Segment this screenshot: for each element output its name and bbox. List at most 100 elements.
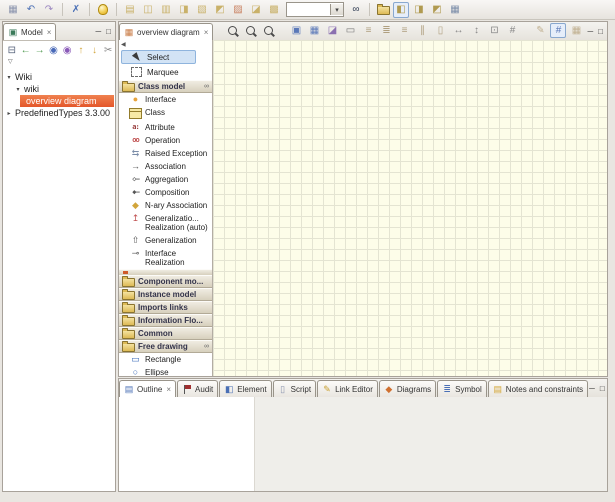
tab-audit[interactable]: Audit xyxy=(177,380,218,397)
move-up-icon[interactable]: ↑ xyxy=(75,44,87,58)
search-binoculars-icon[interactable]: ∞ xyxy=(348,2,364,18)
palette-drawer-instance-model[interactable]: Instance model xyxy=(119,288,212,301)
palette-association-tool[interactable]: →Association xyxy=(119,160,212,173)
palette-select-tool[interactable]: Select xyxy=(121,50,196,64)
palette-generalization-tool[interactable]: ⇧Generalization xyxy=(119,234,212,247)
tab-model-close-icon[interactable]: × xyxy=(47,28,52,37)
tab-symbol[interactable]: ≣Symbol xyxy=(437,380,487,397)
table-view-icon[interactable]: ▦ xyxy=(447,2,463,18)
select-all-icon[interactable]: ▭ xyxy=(342,23,358,38)
tab-notes-and-constraints[interactable]: ▤Notes and constraints xyxy=(488,380,588,397)
same-size-icon[interactable]: ▯ xyxy=(432,23,448,38)
export-image-icon[interactable]: ◪ xyxy=(324,23,340,38)
show-references-icon[interactable]: ◨ xyxy=(411,2,427,18)
new-model-element-icon-4[interactable]: ◨ xyxy=(176,2,192,18)
snap-to-grid-icon[interactable]: # xyxy=(550,23,566,38)
new-model-element-icon-3[interactable]: ▥ xyxy=(158,2,174,18)
pencil-edit-mode-icon[interactable]: ✎ xyxy=(532,23,548,38)
tab-model[interactable]: ▣ Model × xyxy=(3,23,56,40)
tree-twisty-icon[interactable]: ▾ xyxy=(5,74,13,81)
lightbulb-icon[interactable] xyxy=(95,2,111,18)
palette-ellipse-tool[interactable]: ○Ellipse xyxy=(119,366,212,376)
tab-outline[interactable]: ▤Outline× xyxy=(119,380,176,397)
drawer-pin-icon[interactable]: ∞ xyxy=(204,343,209,350)
tab-script[interactable]: ▯Script xyxy=(273,380,316,397)
new-model-element-icon-6[interactable]: ◩ xyxy=(212,2,228,18)
new-model-element-icon-2[interactable]: ◫ xyxy=(140,2,156,18)
tree-item-wiki[interactable]: ▾wiki xyxy=(3,83,115,95)
palette-rectangle-tool[interactable]: ▭Rectangle xyxy=(119,353,212,366)
palette-interface-tool[interactable]: ●Interface xyxy=(119,93,212,106)
align-center-icon[interactable]: ≣ xyxy=(378,23,394,38)
tab-diagrams[interactable]: ◆Diagrams xyxy=(379,380,436,397)
align-left-icon[interactable]: ≡ xyxy=(360,23,376,38)
page-bounds-icon[interactable]: ⊡ xyxy=(486,23,502,38)
palette-drawer-class-model[interactable]: Class model∞ xyxy=(119,80,212,93)
tree-item-predefinedtypes-3-3-00[interactable]: ▸PredefinedTypes 3.3.00 xyxy=(3,107,115,119)
new-model-element-icon-8[interactable]: ◪ xyxy=(248,2,264,18)
tab-link-editor[interactable]: ✎Link Editor xyxy=(317,380,378,397)
zoom-original-icon[interactable] xyxy=(224,23,240,38)
distribute-horizontal-icon[interactable]: ∥ xyxy=(414,23,430,38)
new-model-element-icon-1[interactable]: ▤ xyxy=(122,2,138,18)
new-model-element-icon-9[interactable]: ▩ xyxy=(266,2,282,18)
tab-overview-diagram[interactable]: ▦ overview diagram × xyxy=(119,23,213,40)
palette-drawer-free-drawing[interactable]: Free drawing∞ xyxy=(119,340,212,353)
zoom-in-icon[interactable] xyxy=(242,23,258,38)
previous-selection-icon[interactable]: ◉ xyxy=(48,44,60,58)
palette-collapse-arrow-icon[interactable]: ◀ xyxy=(119,40,212,49)
minimize-button[interactable]: ─ xyxy=(589,385,595,393)
new-model-element-icon-7[interactable]: ▨ xyxy=(230,2,246,18)
minimize-button[interactable]: ─ xyxy=(587,28,593,36)
palette-drawer-common[interactable]: Common xyxy=(119,327,212,340)
link-with-model-icon[interactable]: ◧ xyxy=(393,2,409,18)
save-icon[interactable]: ▦ xyxy=(5,2,21,18)
palette-operation-tool[interactable]: ooOperation xyxy=(119,134,212,147)
palette-generalization-realization-auto-tool[interactable]: ↥Generalizatio... Realization (auto) xyxy=(119,212,212,234)
collapse-all-icon[interactable]: ⊟ xyxy=(6,44,18,58)
palette-attribute-tool[interactable]: a:Attribute xyxy=(119,121,212,134)
palette-drawer-component-model[interactable]: Component mo... xyxy=(119,275,212,288)
tab-close-icon[interactable]: × xyxy=(166,385,171,394)
palette-drawer-partial[interactable] xyxy=(119,269,212,275)
minimize-button[interactable]: ─ xyxy=(95,28,101,36)
redo-icon[interactable]: ↷ xyxy=(41,2,57,18)
palette-drawer-imports-links[interactable]: Imports links xyxy=(119,301,212,314)
tree-item-overview-diagram[interactable]: overview diagram xyxy=(3,95,115,107)
move-down-icon[interactable]: ↓ xyxy=(89,44,101,58)
combo-dropdown-arrow-icon[interactable]: ▾ xyxy=(330,4,343,15)
palette-aggregation-tool[interactable]: ◇–Aggregation xyxy=(119,173,212,186)
navigate-back-icon[interactable]: ← xyxy=(20,44,32,58)
palette-class-tool[interactable]: Class xyxy=(119,106,212,121)
save-diagram-icon[interactable]: ▦ xyxy=(306,23,322,38)
palette-marquee-tool[interactable]: Marquee xyxy=(121,65,196,79)
diagram-canvas[interactable] xyxy=(213,40,607,376)
new-model-element-icon-5[interactable]: ▧ xyxy=(194,2,210,18)
palette-interface-realization-tool[interactable]: ⊸Interface Realization xyxy=(119,247,212,269)
tree-item-wiki[interactable]: ▾Wiki xyxy=(3,71,115,83)
tree-twisty-icon[interactable]: ▸ xyxy=(5,110,13,117)
tree-twisty-icon[interactable]: ▾ xyxy=(14,86,22,93)
tab-element[interactable]: ◧Element xyxy=(219,380,271,397)
print-diagram-icon[interactable]: ▣ xyxy=(288,23,304,38)
next-selection-icon[interactable]: ◉ xyxy=(61,44,73,58)
maximize-button[interactable]: □ xyxy=(106,28,111,36)
fit-width-icon[interactable]: ↔ xyxy=(450,23,466,38)
palette-nary-association-tool[interactable]: ◆N-ary Association xyxy=(119,199,212,212)
align-right-icon[interactable]: ≡ xyxy=(396,23,412,38)
maximize-button[interactable]: □ xyxy=(600,385,605,393)
open-folder-icon[interactable] xyxy=(375,2,391,18)
fit-height-icon[interactable]: ↕ xyxy=(468,23,484,38)
palette-composition-tool[interactable]: ◆–Composition xyxy=(119,186,212,199)
navigate-forward-icon[interactable]: → xyxy=(34,44,46,58)
hash-layout-icon[interactable]: # xyxy=(504,23,520,38)
zoom-out-icon[interactable] xyxy=(260,23,276,38)
palette-drawer-information-flows[interactable]: Information Flo... xyxy=(119,314,212,327)
clipped-toolbar-icon[interactable]: ✂ xyxy=(102,44,114,58)
filter-view-icon[interactable]: ◩ xyxy=(429,2,445,18)
maximize-button[interactable]: □ xyxy=(598,28,603,36)
toolbar-combobox[interactable]: ▾ xyxy=(286,2,344,17)
palette-raised-exception-tool[interactable]: ⇆Raised Exception xyxy=(119,147,212,160)
tab-overview-diagram-close-icon[interactable]: × xyxy=(204,28,209,37)
configuration-tools-icon[interactable]: ✗ xyxy=(68,2,84,18)
